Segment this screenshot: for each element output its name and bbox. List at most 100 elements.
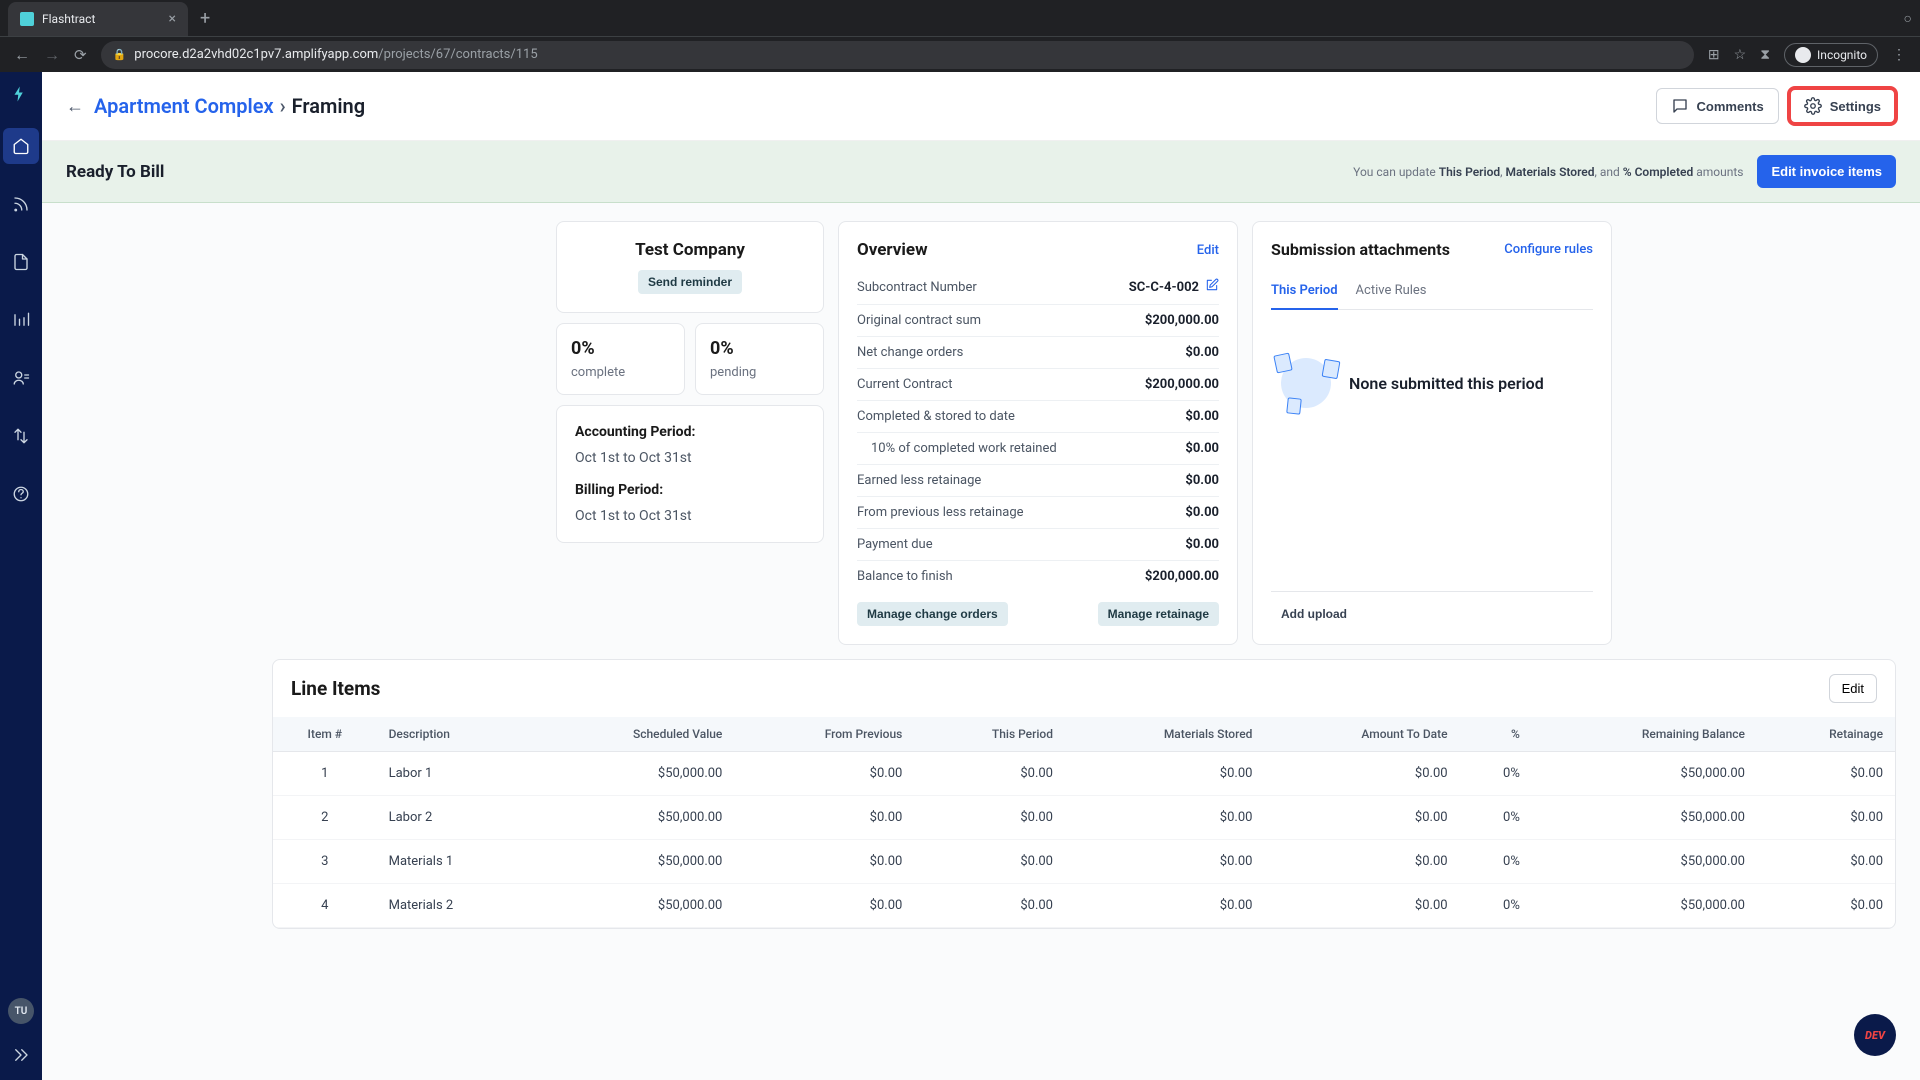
overview-row-value: $0.00 [1185,409,1219,424]
close-icon[interactable]: × [169,11,176,27]
table-cell: 0% [1460,752,1532,796]
sidebar-item-reports[interactable] [3,302,39,338]
configure-rules-link[interactable]: Configure rules [1504,242,1593,257]
column-header: This Period [914,717,1065,752]
table-cell: Materials 2 [377,884,534,928]
reload-icon[interactable]: ⟳ [74,46,87,64]
table-cell: $0.00 [1264,796,1459,840]
status-note: You can update This Period, Materials St… [1353,165,1743,179]
sidebar-item-feed[interactable] [3,186,39,222]
pct-complete-card: 0% complete [556,323,685,395]
incognito-badge[interactable]: Incognito [1784,43,1878,67]
overview-row: 10% of completed work retained$0.00 [857,433,1219,465]
sidebar-item-transfer[interactable] [3,418,39,454]
sidebar-item-help[interactable] [3,476,39,512]
overview-row-label: Original contract sum [857,313,981,328]
install-icon[interactable]: ⊞ [1708,47,1720,63]
sidebar-item-home[interactable] [3,128,39,164]
sidebar-expand-icon[interactable] [12,1046,30,1068]
addr-right: ⊞ ☆ ⧗ Incognito ⋮ [1708,43,1906,67]
overview-row: Original contract sum$200,000.00 [857,305,1219,337]
browser-tab[interactable]: Flashtract × [8,2,188,36]
line-items-title: Line Items [291,677,380,700]
sidebar-avatar[interactable]: TU [8,998,34,1024]
table-cell: $0.00 [1264,840,1459,884]
overview-edit-link[interactable]: Edit [1197,243,1219,258]
overview-row-label: Completed & stored to date [857,409,1015,424]
app-logo-icon[interactable] [10,84,32,106]
billing-period-value: Oct 1st to Oct 31st [575,508,805,524]
table-cell: $50,000.00 [534,752,735,796]
comments-button[interactable]: Comments [1656,88,1779,124]
edit-icon[interactable] [1205,278,1219,296]
sidebar-item-documents[interactable] [3,244,39,280]
new-tab-button[interactable]: + [200,8,210,29]
billing-period-label: Billing Period: [575,482,805,498]
manage-retainage-button[interactable]: Manage retainage [1098,602,1219,626]
accounting-period-value: Oct 1st to Oct 31st [575,450,805,466]
minimize-icon[interactable]: ○ [1904,10,1912,27]
overview-row-value: $0.00 [1185,537,1219,552]
overview-row: Payment due$0.00 [857,529,1219,561]
table-cell: $50,000.00 [1532,884,1757,928]
pct-pending-label: pending [710,365,809,380]
overview-row: Current Contract$200,000.00 [857,369,1219,401]
table-cell: Materials 1 [377,840,534,884]
overview-row-value: $0.00 [1185,473,1219,488]
submissions-tabs: This Period Active Rules [1271,277,1593,310]
table-row: 3Materials 1$50,000.00$0.00$0.00$0.00$0.… [273,840,1895,884]
edit-invoice-button[interactable]: Edit invoice items [1757,155,1896,188]
extension-icon[interactable]: ⧗ [1760,47,1770,63]
table-cell: 0% [1460,884,1532,928]
table-cell: $50,000.00 [1532,752,1757,796]
dev-badge[interactable]: DEV [1854,1014,1896,1056]
table-cell: $0.00 [1065,752,1264,796]
overview-row-label: From previous less retainage [857,505,1024,520]
address-bar: ← → ⟳ 🔒 procore.d2a2vhd02c1pv7.amplifyap… [0,36,1920,72]
forward-icon[interactable]: → [44,45,60,65]
send-reminder-button[interactable]: Send reminder [638,270,742,294]
sidebar-item-users[interactable] [3,360,39,396]
sidebar: TU [0,72,42,1080]
manage-change-orders-button[interactable]: Manage change orders [857,602,1008,626]
settings-button[interactable]: Settings [1789,88,1896,124]
tab-active-rules[interactable]: Active Rules [1356,277,1427,309]
period-card: Accounting Period: Oct 1st to Oct 31st B… [556,405,824,543]
main: ← Apartment Complex › Framing Comments S… [42,72,1920,1080]
table-cell: $0.00 [1065,796,1264,840]
submissions-card: Submission attachments Configure rules T… [1252,221,1612,645]
url-input[interactable]: 🔒 procore.d2a2vhd02c1pv7.amplifyapp.com/… [101,41,1694,69]
overview-row-label: Balance to finish [857,569,953,584]
submissions-title: Submission attachments [1271,240,1450,259]
table-cell: 4 [273,884,377,928]
table-cell: $50,000.00 [1532,796,1757,840]
table-cell: $50,000.00 [534,840,735,884]
bookmark-icon[interactable]: ☆ [1734,47,1747,63]
breadcrumb-back-icon[interactable]: ← [66,96,84,117]
overview-row: Net change orders$0.00 [857,337,1219,369]
table-cell: $0.00 [1065,884,1264,928]
pct-pending-value: 0% [710,338,809,359]
breadcrumb-link[interactable]: Apartment Complex [94,94,274,118]
overview-row-label: Earned less retainage [857,473,981,488]
table-cell: $0.00 [734,752,914,796]
pct-complete-label: complete [571,365,670,380]
overview-row-label: Subcontract Number [857,280,977,295]
menu-icon[interactable]: ⋮ [1892,47,1906,63]
column-header: % [1460,717,1532,752]
incognito-icon [1795,47,1811,63]
line-items-edit-button[interactable]: Edit [1829,674,1877,703]
accounting-period-label: Accounting Period: [575,424,805,440]
submissions-column: Submission attachments Configure rules T… [1252,221,1612,645]
table-cell: $0.00 [1757,840,1895,884]
column-header: Description [377,717,534,752]
table-cell: $0.00 [1757,884,1895,928]
overview-row: Balance to finish$200,000.00 [857,561,1219,592]
tab-this-period[interactable]: This Period [1271,277,1338,310]
breadcrumb-current: Framing [292,94,365,118]
column-header: Item # [273,717,377,752]
column-header: Amount To Date [1264,717,1459,752]
table-cell: $0.00 [914,840,1065,884]
add-upload-button[interactable]: Add upload [1271,602,1357,626]
back-icon[interactable]: ← [14,45,30,65]
